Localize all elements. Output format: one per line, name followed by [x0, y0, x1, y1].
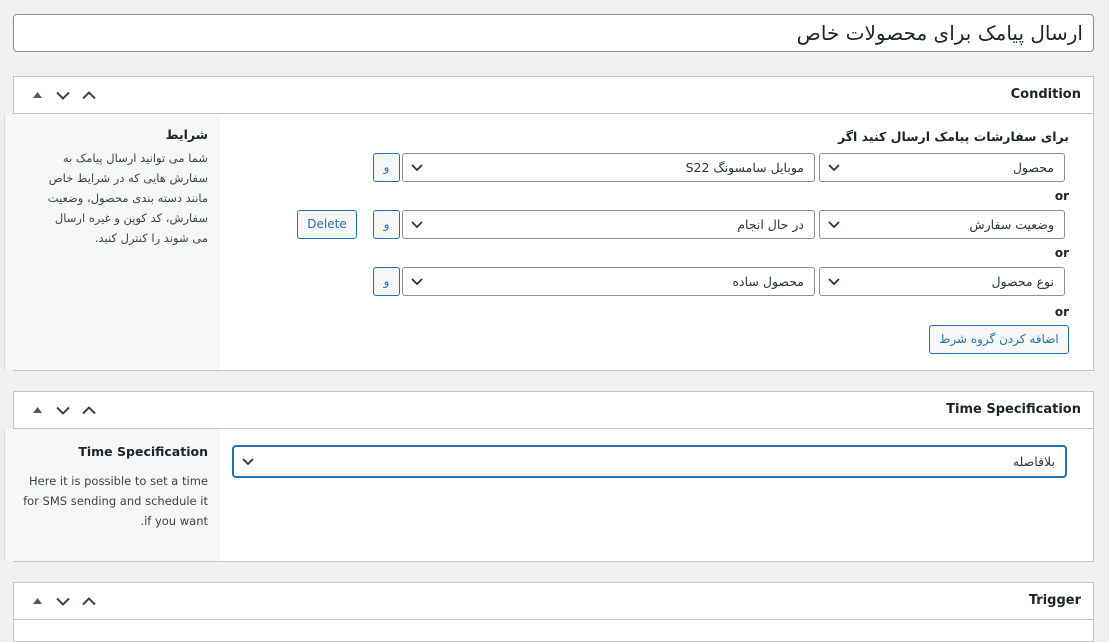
condition-description-panel: شرایط شما می توانید ارسال پیامک به سفارش… — [4, 114, 220, 370]
time-specification-select[interactable]: بلافاصله — [233, 446, 1066, 477]
and-button-2[interactable]: و — [373, 210, 400, 239]
condition-value-select-1[interactable]: موبایل سامسونگ S22 — [402, 153, 815, 182]
chevron-down-icon[interactable] — [50, 400, 76, 420]
time-description-line: Here it is possible to set a time — [29, 474, 208, 488]
select-value: موبایل سامسونگ S22 — [685, 160, 804, 175]
condition-description-line: شما می توانید ارسال پیامک به — [62, 151, 208, 165]
trigger-title: Trigger — [1028, 593, 1081, 608]
chevron-up-icon[interactable] — [76, 591, 102, 611]
condition-postbox: Condition برای سفارشات پیامک ارسال کنید … — [4, 76, 1094, 371]
condition-postbox-header: Condition — [14, 77, 1093, 114]
chevron-down-icon — [828, 221, 840, 229]
chevron-down-icon — [828, 278, 840, 286]
select-value: وضعیت سفارش — [969, 217, 1054, 232]
condition-body: برای سفارشات پیامک ارسال کنید اگر محصول … — [4, 114, 1093, 370]
chevron-down-icon — [242, 458, 254, 466]
chevron-down-icon[interactable] — [50, 591, 76, 611]
select-value: بلافاصله — [1012, 454, 1055, 469]
select-value: محصول — [1012, 160, 1054, 175]
time-body: بلافاصله Time Specification Here it is p… — [4, 429, 1093, 561]
time-description-panel: Time Specification Here it is possible t… — [4, 429, 220, 561]
time-specification-title: Time Specification — [946, 402, 1081, 417]
triangle-up-icon[interactable] — [24, 85, 50, 105]
and-button-1[interactable]: و — [373, 153, 400, 182]
condition-title: Condition — [1010, 87, 1081, 102]
condition-description-line: مانند دسته بندی محصول، وضعیت — [47, 191, 208, 205]
time-description-line: if you want. — [140, 514, 208, 528]
select-value: نوع محصول — [991, 274, 1054, 289]
or-label-1: or — [1054, 189, 1069, 203]
trigger-postbox: Trigger — [13, 582, 1094, 642]
condition-description-line: سفارش، کد کوپن و غیره ارسال — [54, 211, 208, 225]
condition-description-line: سفارش هایی که در شرایط خاص — [48, 171, 208, 185]
time-description-line: for SMS sending and schedule it — [23, 494, 208, 508]
triangle-up-icon[interactable] — [24, 400, 50, 420]
trigger-handles — [24, 591, 102, 611]
time-specification-postbox: Time Specification بلافاصله Time Specifi… — [4, 391, 1094, 562]
select-value: محصول ساده — [732, 274, 804, 289]
condition-intro-label: برای سفارشات پیامک ارسال کنید اگر — [837, 129, 1069, 144]
chevron-down-icon[interactable] — [50, 85, 76, 105]
trigger-postbox-header: Trigger — [14, 583, 1093, 620]
chevron-down-icon — [411, 221, 423, 229]
condition-field-select-3[interactable]: نوع محصول — [819, 267, 1065, 296]
condition-handles — [24, 85, 102, 105]
condition-field-select-2[interactable]: وضعیت سفارش — [819, 210, 1065, 239]
or-label-3: or — [1054, 305, 1069, 319]
chevron-up-icon[interactable] — [76, 400, 102, 420]
chevron-down-icon — [411, 164, 423, 172]
delete-group-button[interactable]: Delete — [297, 210, 357, 239]
condition-description-heading: شرایط — [165, 127, 208, 142]
chevron-up-icon[interactable] — [76, 85, 102, 105]
or-label-2: or — [1054, 246, 1069, 260]
and-button-3[interactable]: و — [373, 267, 400, 296]
condition-description-line: می شوند را کنترل کنید. — [94, 231, 208, 245]
condition-value-select-2[interactable]: در حال انجام — [402, 210, 815, 239]
time-postbox-header: Time Specification — [14, 392, 1093, 429]
time-handles — [24, 400, 102, 420]
condition-value-select-3[interactable]: محصول ساده — [402, 267, 815, 296]
chevron-down-icon — [828, 164, 840, 172]
chevron-down-icon — [411, 278, 423, 286]
add-condition-group-button[interactable]: اضافه کردن گروه شرط — [929, 325, 1069, 354]
time-description-heading: Time Specification — [78, 444, 208, 459]
triangle-up-icon[interactable] — [24, 591, 50, 611]
condition-field-select-1[interactable]: محصول — [819, 153, 1065, 182]
post-title-input[interactable]: ارسال پیامک برای محصولات خاص — [13, 14, 1094, 52]
select-value: در حال انجام — [737, 217, 804, 232]
